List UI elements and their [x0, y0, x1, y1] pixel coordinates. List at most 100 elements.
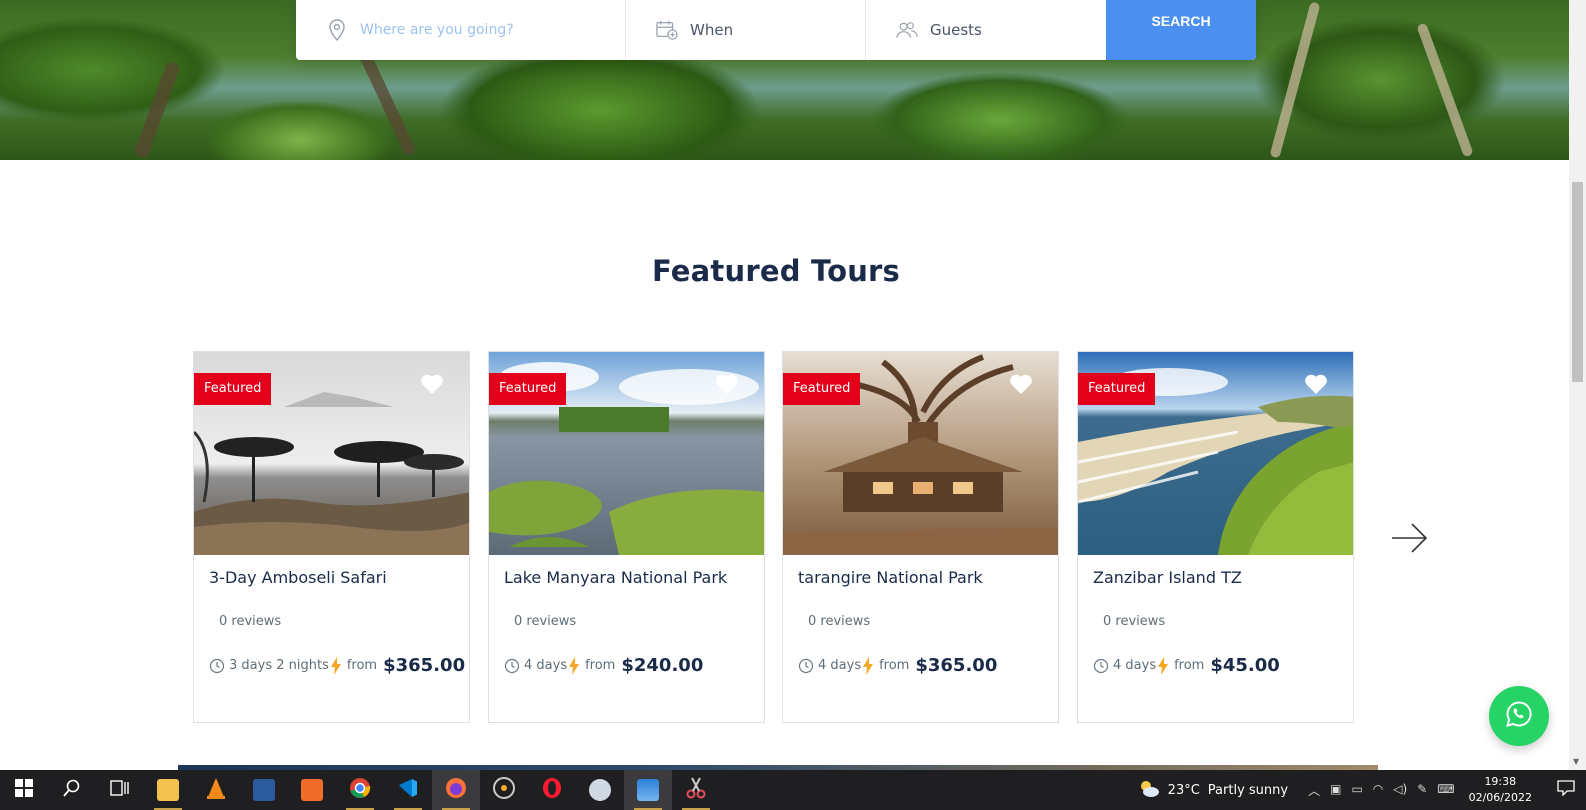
tour-image[interactable]: Featured [1078, 352, 1353, 555]
tour-meta: 4 days from $365.00 [798, 655, 997, 676]
taskbar-search-button[interactable] [48, 770, 96, 810]
chevron-up-icon[interactable]: ︿ [1308, 782, 1320, 799]
taskbar-app-firefox[interactable] [432, 770, 480, 810]
tour-meta: 4 days from $240.00 [504, 655, 703, 676]
when-label: When [690, 21, 734, 39]
weather-widget[interactable]: 23°C Partly sunny [1138, 778, 1288, 802]
featured-badge: Featured [1078, 373, 1156, 405]
taskbar-app-snipping-tool[interactable] [672, 770, 720, 810]
keyboard-icon[interactable]: ⌨ [1437, 782, 1454, 799]
tour-price: $365.00 [383, 655, 466, 676]
scroll-down-arrow-icon[interactable]: ▼ [1573, 757, 1579, 766]
tour-duration: 4 days [1113, 658, 1157, 673]
guests-icon [896, 19, 918, 41]
notification-center-button[interactable] [1546, 770, 1586, 810]
taskbar-app-vlc[interactable] [192, 770, 240, 810]
battery-icon[interactable]: ▭ [1351, 782, 1362, 799]
guests-label: Guests [930, 21, 982, 39]
tour-reviews: 0 reviews [514, 614, 577, 629]
tour-price: $365.00 [915, 655, 998, 676]
taskbar-app-chrome[interactable] [336, 770, 384, 810]
media-disc-icon [493, 777, 515, 803]
taskbar-app-media[interactable] [480, 770, 528, 810]
tour-meta: 3 days 2 nights from $365.00 [209, 655, 465, 676]
guests-field[interactable]: Guests [866, 0, 1106, 60]
tour-card[interactable]: Featured tarangire National Park 0 revie… [782, 351, 1059, 723]
wishlist-heart-icon[interactable] [1304, 373, 1328, 395]
volume-icon[interactable]: ◁) [1393, 782, 1407, 799]
app-icon [589, 779, 611, 801]
lightning-icon [863, 656, 874, 675]
featured-badge: Featured [194, 373, 272, 405]
xampp-icon [301, 779, 323, 801]
task-view-button[interactable] [96, 770, 144, 810]
start-button[interactable] [0, 770, 48, 810]
destination-field[interactable] [296, 0, 626, 60]
tour-image[interactable]: Featured [194, 352, 469, 555]
tour-duration: 4 days [818, 658, 862, 673]
windows-logo-icon [15, 779, 33, 801]
search-button[interactable]: SEARCH [1106, 0, 1256, 60]
wifi-icon[interactable]: ◠ [1373, 782, 1383, 799]
taskbar-app-remote[interactable] [240, 770, 288, 810]
taskbar-clock[interactable]: 19:38 02/06/2022 [1469, 774, 1532, 806]
tour-name[interactable]: tarangire National Park [798, 568, 983, 587]
tour-image[interactable]: Featured [489, 352, 764, 555]
tree-trunk [133, 60, 181, 160]
section-title: Featured Tours [651, 254, 901, 288]
app-icon [253, 779, 275, 801]
carousel-next-arrow-icon[interactable] [1390, 520, 1430, 556]
tree-trunk [1269, 1, 1321, 159]
lightning-icon [330, 656, 341, 675]
meet-now-icon[interactable]: ▣ [1330, 782, 1341, 799]
date-field[interactable]: When [626, 0, 866, 60]
pen-icon[interactable]: ✎ [1417, 782, 1427, 799]
lightning-icon [1158, 656, 1169, 675]
tour-name[interactable]: Zanzibar Island TZ [1093, 568, 1242, 587]
page: When Guests SEARCH Featured Tours [0, 0, 1586, 810]
tour-price: $45.00 [1210, 655, 1280, 676]
price-from-label: from [879, 658, 910, 673]
page-scrollbar[interactable]: ▼ [1569, 0, 1586, 770]
price-from-label: from [346, 658, 378, 673]
tour-image[interactable]: Featured [783, 352, 1058, 555]
clock-date: 02/06/2022 [1468, 791, 1532, 804]
tour-name[interactable]: Lake Manyara National Park [504, 568, 727, 587]
taskbar-app-opera[interactable] [528, 770, 576, 810]
photos-icon [637, 779, 659, 801]
search-bar: When Guests SEARCH [296, 0, 1256, 60]
tour-duration: 3 days 2 nights [229, 658, 329, 673]
taskbar-app-generic[interactable] [576, 770, 624, 810]
destination-input[interactable] [360, 22, 610, 38]
opera-icon [541, 777, 563, 803]
scrollbar-thumb[interactable] [1572, 182, 1583, 382]
price-from-label: from [1174, 658, 1205, 673]
tour-name[interactable]: 3-Day Amboseli Safari [209, 568, 387, 587]
vscode-icon [398, 778, 418, 802]
taskbar-app-photos[interactable] [624, 770, 672, 810]
chrome-icon [349, 777, 371, 803]
taskbar-app-vscode[interactable] [384, 770, 432, 810]
whatsapp-chat-button[interactable] [1489, 686, 1549, 746]
tray-icons: ︿ ▣ ▭ ◠ ◁) ✎ ⌨ [1308, 782, 1455, 799]
wishlist-heart-icon[interactable] [420, 373, 444, 395]
weather-description: Partly sunny [1207, 782, 1289, 798]
lightning-icon [569, 656, 580, 675]
tour-card[interactable]: Featured Zanzibar Island TZ 0 reviews 4 … [1077, 351, 1354, 723]
tour-meta: 4 days from $45.00 [1093, 655, 1280, 676]
taskbar-app-file-explorer[interactable] [144, 770, 192, 810]
search-icon [63, 779, 81, 801]
tour-card[interactable]: Featured 3-Day Amboseli Safari 0 reviews… [193, 351, 470, 723]
tree-trunk [1416, 22, 1474, 158]
wishlist-heart-icon[interactable] [715, 373, 739, 395]
notification-icon [1557, 780, 1575, 800]
location-pin-icon [326, 19, 348, 41]
tour-card[interactable]: Featured Lake Manyara National Park 0 re… [488, 351, 765, 723]
windows-taskbar: 23°C Partly sunny ︿ ▣ ▭ ◠ ◁) ✎ ⌨ 19:38 0… [0, 770, 1586, 810]
featured-badge: Featured [489, 373, 567, 405]
wishlist-heart-icon[interactable] [1009, 373, 1033, 395]
folder-icon [157, 779, 179, 801]
featured-badge: Featured [783, 373, 861, 405]
taskbar-app-xampp[interactable] [288, 770, 336, 810]
tour-duration: 4 days [524, 658, 568, 673]
